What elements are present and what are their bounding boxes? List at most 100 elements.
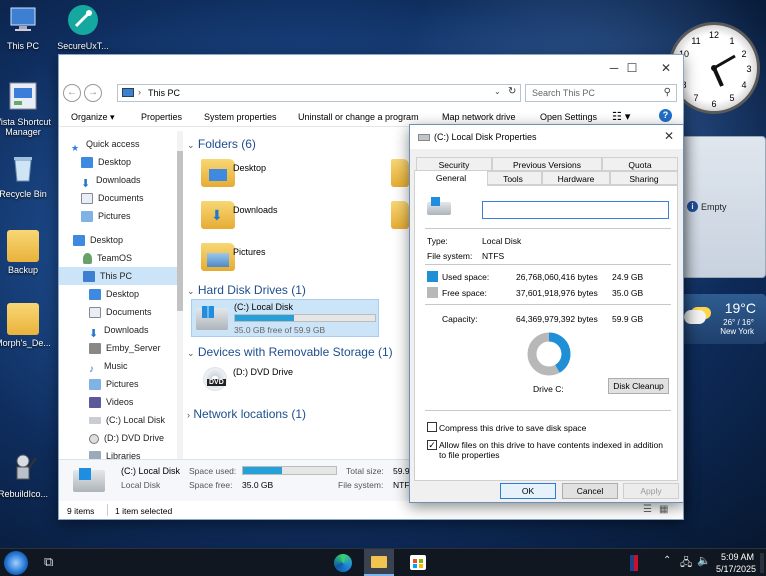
desktop-icon-morphs[interactable]: Morph's_De... [0, 303, 54, 348]
nav-pc-documents[interactable]: Documents [89, 303, 177, 321]
nav-dvd-drive[interactable]: (D:) DVD Drive [89, 429, 177, 447]
videos-icon [89, 397, 101, 409]
explorer-title-bar[interactable]: ─ ☐ ✕ [59, 55, 683, 81]
clock-number: 12 [709, 30, 719, 40]
nav-videos[interactable]: Videos [89, 393, 177, 411]
refresh-icon[interactable]: ↻ [508, 86, 516, 97]
address-text: This PC [148, 88, 181, 98]
folder-desktop[interactable]: Desktop [233, 163, 266, 173]
divider [425, 410, 671, 411]
cancel-button[interactable]: Cancel [562, 483, 618, 499]
disk-cleanup-button[interactable]: Disk Cleanup [608, 378, 669, 394]
details-usage-bar [242, 466, 337, 475]
maximize-button[interactable]: ☐ [615, 55, 649, 81]
secureux-icon [68, 5, 98, 35]
nav-desktop[interactable]: Desktop [73, 231, 177, 249]
drives-section-header[interactable]: ⌄ Hard Disk Drives (1) [187, 283, 306, 297]
index-checkbox[interactable]: ✓ [427, 440, 437, 450]
nav-quick-pictures[interactable]: Pictures📌 [81, 207, 177, 225]
task-view-icon[interactable]: ⧉ [44, 554, 53, 570]
forward-button[interactable]: → [84, 84, 102, 102]
details-space-free: 35.0 GB [242, 480, 274, 490]
desktop-overlay-icon [209, 169, 227, 181]
clock-number: 3 [746, 64, 751, 74]
tab-tools[interactable]: Tools [484, 171, 542, 185]
volume-icon[interactable]: 🔈 [697, 554, 711, 567]
properties-title-bar[interactable]: (C:) Local Disk Properties ✕ [410, 125, 683, 149]
uninstall-button[interactable]: Uninstall or change a program [298, 112, 419, 122]
address-dropdown-icon[interactable]: ⌄ [494, 87, 501, 96]
folder-icon [7, 303, 39, 335]
desktop-icon-secureux[interactable]: SecureUxT... [52, 4, 114, 51]
back-button[interactable]: ← [63, 84, 81, 102]
details-view-icon[interactable]: ☰ [643, 504, 652, 515]
start-button[interactable] [4, 551, 28, 575]
tab-general[interactable]: General [414, 170, 488, 186]
clock-number: 11 [691, 36, 700, 46]
tab-security[interactable]: Security [416, 157, 492, 171]
nav-this-pc[interactable]: This PC [59, 267, 177, 285]
map-network-drive-button[interactable]: Map network drive [442, 112, 516, 122]
tab-previous-versions[interactable]: Previous Versions [492, 157, 602, 171]
folders-section-header[interactable]: ⌄ Folders (6) [187, 137, 256, 151]
store-icon[interactable] [410, 555, 426, 570]
local-disk-tile[interactable]: (C:) Local Disk 35.0 GB free of 59.9 GB [191, 299, 379, 337]
taskbar-time[interactable]: 5:09 AM [721, 552, 754, 562]
desktop-icon-recycle-bin[interactable]: Recycle Bin [0, 152, 54, 199]
nav-pc-downloads[interactable]: ⬇ Downloads [89, 321, 177, 340]
close-button[interactable]: ✕ [664, 129, 674, 143]
nba-icon[interactable] [630, 555, 638, 571]
weather-gadget[interactable]: 19°C 26° / 16° New York [680, 294, 766, 344]
notification-icon[interactable] [760, 553, 764, 573]
desktop-icon-vista-shortcut[interactable]: Vista Shortcut Manager [0, 80, 54, 137]
edge-icon[interactable] [334, 554, 352, 572]
nav-quick-downloads[interactable]: ⬇Downloads📌 [81, 171, 177, 190]
folder-downloads[interactable]: Downloads [233, 205, 278, 215]
organize-menu[interactable]: Organize ▾ [71, 112, 115, 123]
nav-music[interactable]: ♪ Music [89, 357, 177, 375]
tiles-view-icon[interactable]: ▦ [659, 504, 668, 515]
folder-pictures[interactable]: Pictures [233, 247, 266, 257]
drive-name-input[interactable] [482, 201, 669, 219]
address-bar[interactable]: › This PC ⌄ ↻ [117, 84, 521, 102]
nav-quick-access[interactable]: ★ Quick access [71, 135, 177, 153]
nav-teamos[interactable]: TeamOS [83, 249, 177, 267]
search-icon: ⚲ [663, 87, 671, 98]
open-settings-button[interactable]: Open Settings [540, 112, 597, 122]
desktop-icon-backup[interactable]: Backup [0, 230, 54, 275]
system-properties-button[interactable]: System properties [204, 112, 277, 122]
nav-quick-documents[interactable]: Documents📌 [81, 189, 177, 207]
tab-quota[interactable]: Quota [602, 157, 678, 171]
empty-gadget[interactable]: i Empty [680, 136, 766, 278]
network-icon[interactable]: 🖧 [680, 554, 692, 573]
taskbar-date[interactable]: 5/17/2025 [716, 564, 756, 574]
close-button[interactable]: ✕ [649, 55, 683, 81]
dvd-drive-tile[interactable]: DVD (D:) DVD Drive [191, 363, 379, 399]
properties-dialog[interactable]: (C:) Local Disk Properties ✕ Security Pr… [409, 124, 684, 503]
properties-button[interactable]: Properties [141, 112, 182, 122]
nav-pc-desktop[interactable]: Desktop [89, 285, 177, 303]
apply-button[interactable]: Apply [623, 483, 679, 499]
details-space-free-label: Space free: [189, 480, 233, 490]
search-input[interactable]: Search This PC [532, 88, 595, 98]
folder-icon [391, 159, 409, 187]
tab-hardware[interactable]: Hardware [542, 171, 610, 185]
nav-quick-desktop[interactable]: Desktop📌 [81, 153, 177, 171]
desktop-icon-this-pc[interactable]: This PC [0, 4, 54, 51]
tray-chevron-icon[interactable]: ⌃ [663, 555, 671, 566]
help-icon[interactable]: ? [659, 109, 672, 122]
nav-emby-server[interactable]: Emby_Server [89, 339, 177, 357]
search-box[interactable]: Search This PC ⚲ [525, 84, 677, 102]
view-options-icon[interactable]: ☷ ▾ [612, 110, 630, 123]
compress-checkbox[interactable] [427, 422, 437, 432]
desktop-icon-rebuildicon[interactable]: RebuildIco... [0, 452, 54, 499]
navigation-pane[interactable]: ★Quick access Desktop📌 ⬇Downloads📌 Docum… [59, 131, 177, 459]
network-section-header[interactable]: › Network locations (1) [187, 407, 306, 421]
nav-libraries[interactable]: Libraries [89, 447, 177, 459]
nav-pictures[interactable]: Pictures [89, 375, 177, 393]
ok-button[interactable]: OK [500, 483, 556, 499]
tab-sharing[interactable]: Sharing [610, 171, 678, 185]
nav-local-disk[interactable]: (C:) Local Disk [89, 411, 177, 429]
file-explorer-taskbar-icon[interactable] [364, 549, 394, 576]
removable-section-header[interactable]: ⌄ Devices with Removable Storage (1) [187, 345, 393, 359]
